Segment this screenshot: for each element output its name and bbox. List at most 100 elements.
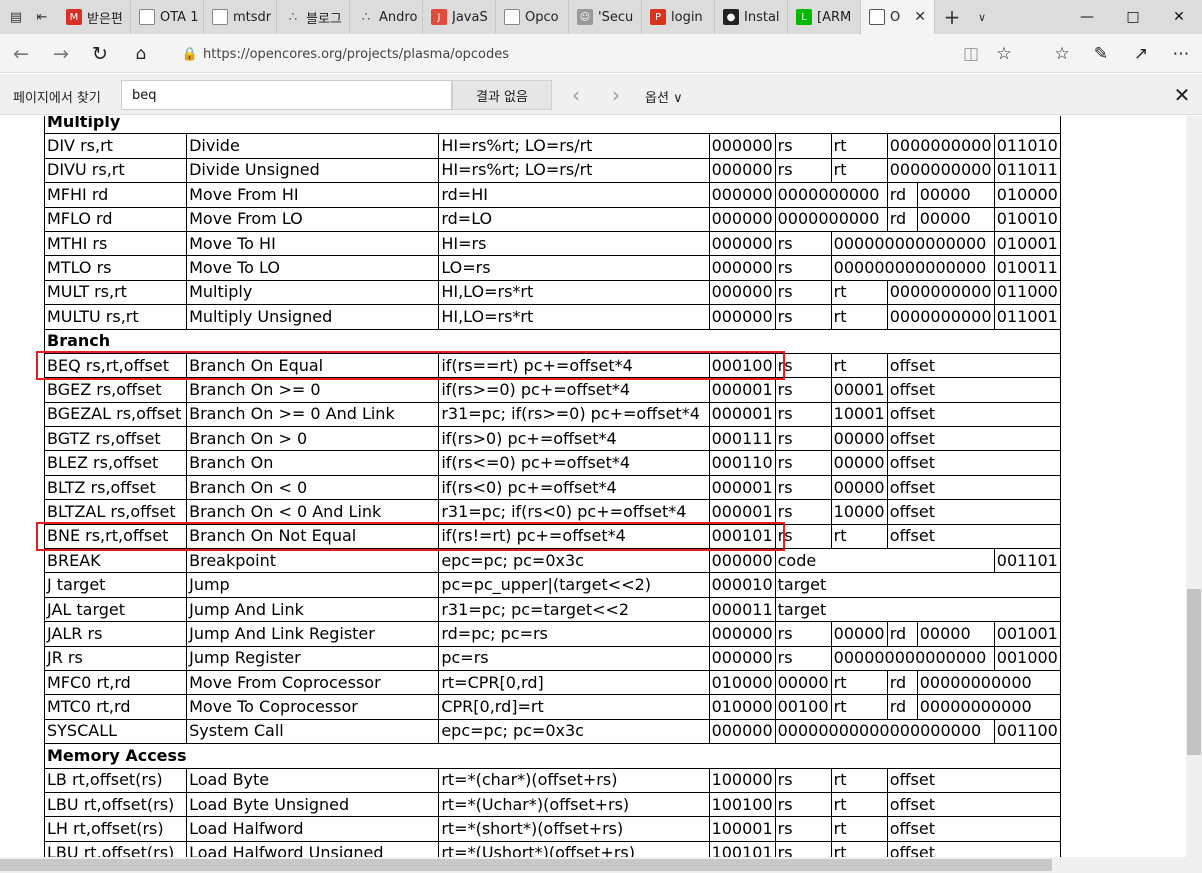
tab-8[interactable]: Plogin (642, 0, 715, 34)
dots-icon: ∴ (288, 9, 298, 25)
table-cell: 00000 (916, 621, 995, 647)
table-cell: rs (774, 499, 832, 525)
table-cell: 001000 (993, 645, 1062, 671)
table-cell: 010001 (993, 230, 1062, 257)
table-cell: 000000 (708, 304, 776, 330)
reading-view-icon[interactable]: ◫ (954, 37, 988, 71)
table-cell: 0000000000 (886, 157, 995, 184)
set-aside-tabs-icon[interactable]: ⇤ (32, 0, 52, 34)
opcode-table: Multiply DIV rs,rt Divide HI=rs%rt; LO=rs/r… (43, 116, 1062, 857)
tab-1[interactable]: OTA 1 (131, 0, 204, 34)
section-title: Branch (44, 328, 1061, 354)
scrollbar-corner (1186, 857, 1202, 873)
table-cell: Branch On Equal (186, 352, 440, 379)
find-options-label: 옵션 (645, 91, 669, 106)
table-cell: 001001 (993, 621, 1062, 647)
table-cell: Move From Coprocessor (186, 669, 440, 696)
table-cell: HI=rs (438, 230, 710, 257)
tab-4[interactable]: ∴ Andro (350, 0, 423, 34)
table-cell: 00100 (774, 694, 832, 720)
forward-icon[interactable]: → (44, 37, 78, 71)
tab-title: OTA 1 (160, 9, 199, 25)
table-cell: 00000000000 (916, 669, 1062, 696)
favorite-star-icon[interactable]: ☆ (987, 37, 1021, 71)
tab-list-chevron-icon[interactable]: ∨ (969, 0, 995, 34)
table-cell: 100101 (708, 840, 776, 857)
minimize-button[interactable]: — (1064, 0, 1110, 34)
tab-actions-icon[interactable]: ▤ (6, 0, 26, 34)
table-cell: Load Halfword (186, 816, 440, 842)
table-cell: 011001 (993, 304, 1062, 330)
table-row: LBU rt,offset(rs) Load Byte Unsigned rt=*(… (43, 791, 1062, 818)
new-tab-button[interactable]: + (935, 0, 969, 34)
table-cell: Branch On >= 0 And Link (186, 401, 440, 428)
tab-6[interactable]: Opco (496, 0, 569, 34)
find-close-icon[interactable]: ✕ (1168, 80, 1196, 110)
refresh-icon[interactable]: ↻ (83, 37, 117, 71)
tab-title: Andro (379, 9, 418, 25)
maximize-button[interactable]: □ (1110, 0, 1156, 34)
table-cell: if(rs<0) pc+=offset*4 (438, 474, 710, 501)
table-cell: 000000000000000 (830, 230, 995, 257)
find-input[interactable] (121, 80, 452, 110)
tab-10[interactable]: L [ARM (788, 0, 861, 34)
table-cell: rs (774, 426, 832, 452)
table-cell: rd (886, 206, 918, 232)
find-next-icon[interactable]: › (601, 80, 631, 110)
horizontal-scrollbar-thumb[interactable] (0, 859, 1052, 871)
table-cell: LBU rt,offset(rs) (43, 791, 188, 818)
table-cell: 010000 (708, 694, 776, 720)
tab-5[interactable]: J JavaS (423, 0, 496, 34)
close-tab-icon[interactable]: ✕ (914, 9, 926, 25)
table-cell: rd (886, 669, 918, 696)
table-cell: offset (886, 791, 1062, 818)
tab-2[interactable]: mtsdr (204, 0, 277, 34)
table-cell: Jump And Link Register (186, 621, 440, 647)
tab-title: Opco (525, 9, 559, 25)
vertical-scrollbar-thumb[interactable] (1187, 589, 1201, 755)
table-cell: HI=rs%rt; LO=rs/rt (438, 133, 710, 159)
table-cell: if(rs!=rt) pc+=offset*4 (438, 523, 710, 550)
pen-icon[interactable]: ✎ (1084, 37, 1118, 71)
tab-7[interactable]: ☺ 'Secu (569, 0, 642, 34)
table-row: MTLO rs Move To LO LO=rs 000000 rs 0000000000… (43, 255, 1062, 281)
table-cell: 0000000000 (774, 182, 888, 208)
table-cell: System Call (186, 718, 440, 745)
lock-icon[interactable]: 🔒 (177, 47, 203, 62)
table-cell: Load Byte (186, 767, 440, 793)
tab-9[interactable]: ● Instal (715, 0, 788, 34)
table-cell: rt=CPR[0,rd] (438, 669, 710, 696)
table-cell: offset (886, 767, 1062, 793)
table-cell: rt (830, 304, 888, 330)
tab-3[interactable]: ∴ 블로그 (277, 0, 350, 34)
home-icon[interactable]: ⌂ (124, 37, 158, 71)
more-icon[interactable]: ⋯ (1164, 37, 1198, 71)
table-cell: MULTU rs,rt (43, 304, 188, 330)
tab-0[interactable]: M 받은편 (58, 0, 131, 34)
table-row: BGTZ rs,offset Branch On > 0 if(rs>0) pc+=… (43, 426, 1062, 452)
table-cell: 000001 (708, 377, 776, 403)
table-cell: LH rt,offset(rs) (43, 816, 188, 842)
close-window-button[interactable]: ✕ (1156, 0, 1202, 34)
tab-11[interactable]: O ✕ (861, 0, 935, 34)
table-cell: 000000 (708, 230, 776, 257)
find-options-dropdown[interactable]: 옵션 ∨ (645, 87, 683, 106)
table-cell: pc=pc_upper|(target<<2) (438, 572, 710, 598)
find-previous-icon[interactable]: ‹ (561, 80, 591, 110)
find-result-button[interactable]: 결과 없음 (452, 80, 552, 110)
table-cell: 000000 (708, 206, 776, 232)
table-cell: 000000 (708, 133, 776, 159)
table-row: JR rs Jump Register pc=rs 000000 rs 000000000… (43, 645, 1062, 671)
page-content[interactable]: Multiply DIV rs,rt Divide HI=rs%rt; LO=rs/r… (0, 116, 1186, 857)
table-cell: rs (774, 767, 832, 793)
table-cell: 000000000000000 (830, 255, 995, 281)
share-icon[interactable]: ↗ (1124, 37, 1158, 71)
tab-title: Instal (744, 9, 780, 25)
table-cell: Branch On >= 0 (186, 377, 440, 403)
address-bar[interactable]: 🔒 https://opencores.org/projects/plasma/… (177, 39, 1027, 69)
table-row: MULT rs,rt Multiply HI,LO=rs*rt 000000 rs rt 0… (43, 279, 1062, 306)
table-row: MFLO rd Move From LO rd=LO 000000 0000000000… (43, 206, 1062, 232)
favorites-hub-icon[interactable]: ☆ (1045, 37, 1079, 71)
back-icon[interactable]: ← (4, 37, 38, 71)
table-cell: LBU rt,offset(rs) (43, 840, 188, 857)
